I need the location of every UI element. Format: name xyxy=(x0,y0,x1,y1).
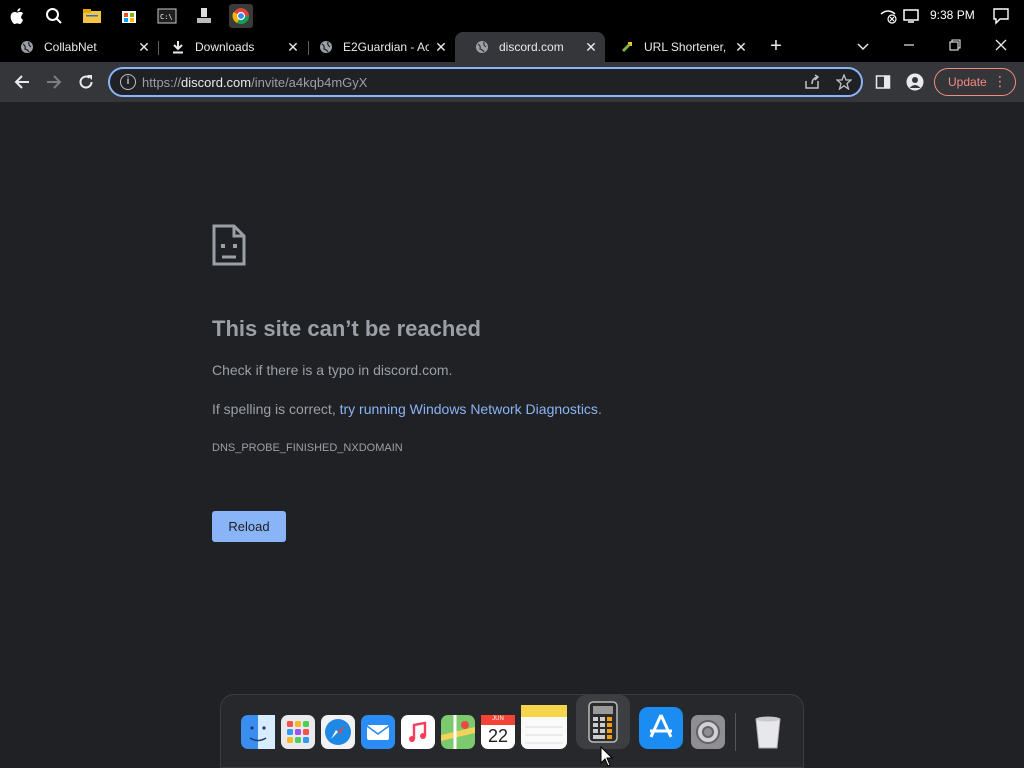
url-host: discord.com xyxy=(181,75,252,90)
error-typo-hint: Check if there is a typo in discord.com. xyxy=(212,362,453,378)
notes-icon[interactable] xyxy=(521,705,567,749)
url-text[interactable]: https://discord.com/invite/a4kqb4mGyX xyxy=(142,75,367,90)
new-tab-plus-icon[interactable]: + xyxy=(766,35,786,58)
restore-icon[interactable] xyxy=(945,38,965,54)
display-icon[interactable] xyxy=(899,4,923,28)
more-menu-icon[interactable]: ⋮ xyxy=(993,74,1007,88)
clock-time: 9:38 PM xyxy=(930,8,975,22)
address-bar[interactable]: i https://discord.com/invite/a4kqb4mGyX xyxy=(108,67,863,97)
dock-separator xyxy=(735,713,736,751)
trash-icon[interactable] xyxy=(751,715,785,749)
calculator-icon[interactable] xyxy=(576,695,630,749)
error-page: This site can’t be reached Check if ther… xyxy=(0,102,1024,768)
tab-collabnet[interactable]: CollabNet ✕ xyxy=(0,32,158,62)
tab-e2guardian[interactable]: E2Guardian - Ac ✕ xyxy=(299,32,455,62)
tab-url-shortener[interactable]: URL Shortener, I ✕ xyxy=(600,32,755,62)
finder-icon[interactable] xyxy=(241,715,275,749)
tab-label: CollabNet xyxy=(44,40,97,54)
update-label: Update xyxy=(948,75,987,89)
site-info-icon[interactable]: i xyxy=(120,74,136,90)
file-explorer-icon[interactable] xyxy=(80,4,104,28)
reload-icon[interactable] xyxy=(75,71,97,93)
network-diagnostics-link[interactable]: try running Windows Network Diagnostics xyxy=(340,401,598,417)
tab-strip: CollabNet ✕ Downloads ✕ E2Guardian - Ac … xyxy=(0,32,1024,62)
sad-page-icon xyxy=(212,224,246,266)
music-icon[interactable] xyxy=(401,715,435,749)
error-diagnostics-hint: If spelling is correct, try running Wind… xyxy=(212,401,602,417)
tab-label: Downloads xyxy=(195,40,255,54)
apple-icon[interactable] xyxy=(6,4,30,28)
bookmark-star-icon[interactable] xyxy=(835,73,853,92)
system-top-bar: C:\ 9:38 PM xyxy=(0,0,1024,32)
side-panel-icon[interactable] xyxy=(872,71,894,93)
diagnostics-suffix: . xyxy=(597,401,602,417)
download-icon xyxy=(171,40,185,54)
diagnostics-prefix: If spelling is correct, xyxy=(212,401,340,417)
mail-icon[interactable] xyxy=(361,715,395,749)
calendar-icon[interactable]: JUN 22 xyxy=(481,715,515,749)
calendar-month: JUN xyxy=(492,716,504,722)
close-window-icon[interactable] xyxy=(991,38,1011,54)
globe-icon xyxy=(20,40,34,54)
calendar-day: 22 xyxy=(487,726,509,746)
system-settings-icon[interactable] xyxy=(691,715,725,749)
link-icon xyxy=(620,40,634,54)
svg-text:C:\: C:\ xyxy=(160,13,173,21)
error-code: DNS_PROBE_FINISHED_NXDOMAIN xyxy=(212,442,403,454)
browser-toolbar: i https://discord.com/invite/a4kqb4mGyX … xyxy=(0,62,1024,102)
share-icon[interactable] xyxy=(803,74,821,92)
network-status-icon[interactable] xyxy=(876,4,900,28)
close-icon[interactable]: ✕ xyxy=(733,39,749,55)
globe-icon xyxy=(475,40,489,54)
error-title: This site can’t be reached xyxy=(212,316,481,341)
back-arrow-icon[interactable] xyxy=(11,71,33,93)
tab-label: URL Shortener, I xyxy=(644,40,730,54)
app-store-icon[interactable] xyxy=(639,707,683,749)
safari-icon[interactable] xyxy=(321,715,355,749)
notifications-icon[interactable] xyxy=(989,4,1013,28)
chrome-taskbar-icon[interactable] xyxy=(229,4,253,28)
close-icon[interactable]: ✕ xyxy=(136,39,152,55)
minimize-icon[interactable] xyxy=(899,38,919,54)
url-path: /invite/a4kqb4mGyX xyxy=(251,75,368,90)
globe-icon xyxy=(319,40,333,54)
network-app-icon[interactable] xyxy=(192,4,216,28)
tab-search-chevron-icon[interactable] xyxy=(853,38,873,54)
forward-arrow-icon[interactable] xyxy=(43,71,65,93)
tab-label: E2Guardian - Ac xyxy=(343,40,429,54)
reload-button[interactable]: Reload xyxy=(212,511,286,542)
close-icon[interactable]: ✕ xyxy=(433,39,449,55)
launchpad-icon[interactable] xyxy=(281,715,315,749)
store-icon[interactable] xyxy=(117,4,141,28)
tab-discord-active[interactable]: discord.com ✕ xyxy=(455,32,605,62)
maps-icon[interactable] xyxy=(441,715,475,749)
update-button[interactable]: Update ⋮ xyxy=(934,68,1016,96)
mouse-cursor-icon xyxy=(600,745,614,768)
tab-downloads[interactable]: Downloads ✕ xyxy=(151,32,307,62)
close-icon[interactable]: ✕ xyxy=(583,39,599,55)
tab-label: discord.com xyxy=(499,40,564,54)
dock: JUN 22 xyxy=(220,694,804,768)
search-icon[interactable] xyxy=(42,4,66,28)
terminal-icon[interactable]: C:\ xyxy=(155,4,179,28)
url-scheme: https:// xyxy=(142,75,182,90)
profile-avatar-icon[interactable] xyxy=(904,71,926,93)
